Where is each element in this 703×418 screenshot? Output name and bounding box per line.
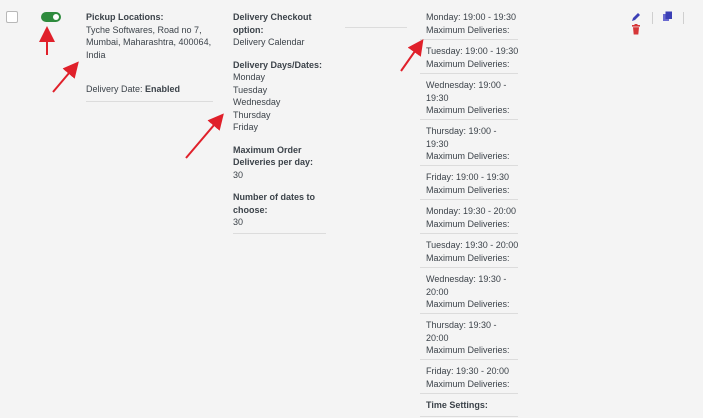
- day-item: Wednesday: [233, 97, 281, 107]
- slot-time: Tuesday: 19:00 - 19:30: [426, 46, 519, 56]
- slot-time: Friday: 19:30 - 20:00: [426, 366, 510, 376]
- day-item: Thursday: [233, 109, 271, 120]
- arrow-days: [185, 113, 224, 159]
- checkout-heading-line: Delivery Checkout: [233, 12, 312, 22]
- slot-max: Maximum Deliveries:: [426, 151, 510, 161]
- day-item: Tuesday: [233, 84, 268, 95]
- day-item: Friday: [233, 122, 259, 132]
- slot-time: Monday: 19:30 - 20:00: [426, 206, 517, 216]
- divider: [345, 27, 407, 28]
- slot-max: Maximum Deliveries:: [426, 24, 510, 35]
- dates-heading-line: choose:: [233, 204, 268, 215]
- slot-max: Maximum Deliveries:: [426, 58, 510, 69]
- divider: [420, 393, 518, 394]
- checkout-heading-line: option:: [233, 24, 264, 35]
- slot: Friday: 19:30 - 20:00 Maximum Deliveries:: [426, 365, 510, 390]
- divider: [420, 119, 518, 120]
- slot-time: Monday: 19:00 - 19:30: [426, 12, 517, 22]
- copy-icon[interactable]: [662, 11, 673, 24]
- divider: [420, 267, 518, 268]
- slot-max: Maximum Deliveries:: [426, 252, 510, 263]
- divider: [420, 233, 518, 234]
- slot: Friday: 19:00 - 19:30 Maximum Deliveries:: [426, 171, 510, 196]
- max-heading-line: Deliveries per day:: [233, 157, 314, 167]
- divider: [420, 359, 518, 360]
- slot-max: Maximum Deliveries:: [426, 184, 510, 195]
- dates-value: 30: [233, 217, 244, 227]
- location-row: Pickup Locations: Tyche Softwares, Road …: [0, 0, 703, 418]
- max-heading-line: Maximum Order: [233, 144, 302, 155]
- slot-time: 19:30: [426, 92, 449, 103]
- slot: Wednesday: 19:30 - 20:00 Maximum Deliverie…: [426, 273, 510, 311]
- slot-time: Friday: 19:00 - 19:30: [426, 172, 510, 182]
- day-item: Monday: [233, 72, 266, 82]
- delivery-date-label: Delivery Date:: [86, 84, 143, 94]
- slot: Wednesday: 19:00 - 19:30 Maximum Deliverie…: [426, 79, 510, 117]
- slot-time: Wednesday: 19:30 -: [426, 274, 507, 284]
- max-value: 30: [233, 169, 244, 180]
- delivery-date-status: Delivery Date: Enabled: [86, 83, 180, 96]
- slot-max: Maximum Deliveries:: [426, 378, 510, 389]
- row-select-checkbox[interactable]: [6, 11, 18, 23]
- slot: Monday: 19:00 - 19:30 Maximum Deliveries:: [426, 11, 516, 36]
- divider: [86, 101, 213, 102]
- slot-time: Tuesday: 19:30 - 20:00: [426, 240, 519, 250]
- divider: [420, 73, 518, 74]
- slot: Tuesday: 19:30 - 20:00 Maximum Deliveries…: [426, 239, 518, 264]
- slot-time: Thursday: 19:00 -: [426, 126, 497, 136]
- slot-max: Maximum Deliveries:: [426, 218, 510, 229]
- arrow-pickup: [52, 61, 79, 93]
- arrow-slots: [400, 39, 424, 72]
- slot-max: Maximum Deliveries:: [426, 299, 510, 309]
- toggle-knob: [53, 14, 59, 20]
- divider: [420, 416, 518, 417]
- slot-max: Maximum Deliveries:: [426, 105, 510, 115]
- divider: [233, 233, 326, 234]
- divider: [420, 165, 518, 166]
- enable-toggle[interactable]: [41, 12, 61, 22]
- annotation-arrows: [39, 26, 424, 159]
- slot: Thursday: 19:30 - 20:00 Maximum Deliveries…: [426, 319, 510, 357]
- slot: Tuesday: 19:00 - 19:30 Maximum Deliveries…: [426, 45, 518, 70]
- divider: [420, 199, 518, 200]
- slot: Thursday: 19:00 - 19:30 Maximum Deliveries…: [426, 125, 510, 163]
- address-line: Mumbai, Maharashtra, 400064,: [86, 37, 212, 47]
- slot-time: Thursday: 19:30 -: [426, 320, 497, 330]
- divider: [420, 313, 518, 314]
- slot-time: 19:30: [426, 138, 449, 149]
- slot-time: 20:00: [426, 332, 449, 343]
- dates-heading-line: Number of dates to: [233, 192, 316, 202]
- time-settings-label: Time Settings:: [426, 400, 488, 410]
- address-line: India: [86, 49, 106, 60]
- address-line: Tyche Softwares, Road no 7,: [86, 24, 202, 35]
- slot-time: 20:00: [426, 286, 449, 297]
- settings-column: Delivery Checkout option: Delivery Calen…: [233, 11, 322, 229]
- row-actions: [631, 11, 703, 37]
- pickup-heading: Pickup Locations:: [86, 12, 164, 22]
- slot-time: Wednesday: 19:00 -: [426, 80, 507, 90]
- pencil-icon[interactable]: [631, 12, 641, 24]
- slot-max: Maximum Deliveries:: [426, 345, 510, 355]
- pickup-column: Pickup Locations: Tyche Softwares, Road …: [86, 11, 211, 61]
- days-heading: Delivery Days/Dates:: [233, 59, 323, 70]
- trash-icon[interactable]: [631, 24, 641, 37]
- divider: [420, 39, 518, 40]
- delivery-date-value: Enabled: [145, 84, 181, 94]
- checkout-value: Delivery Calendar: [233, 37, 305, 47]
- slot: Monday: 19:30 - 20:00 Maximum Deliveries:: [426, 205, 516, 230]
